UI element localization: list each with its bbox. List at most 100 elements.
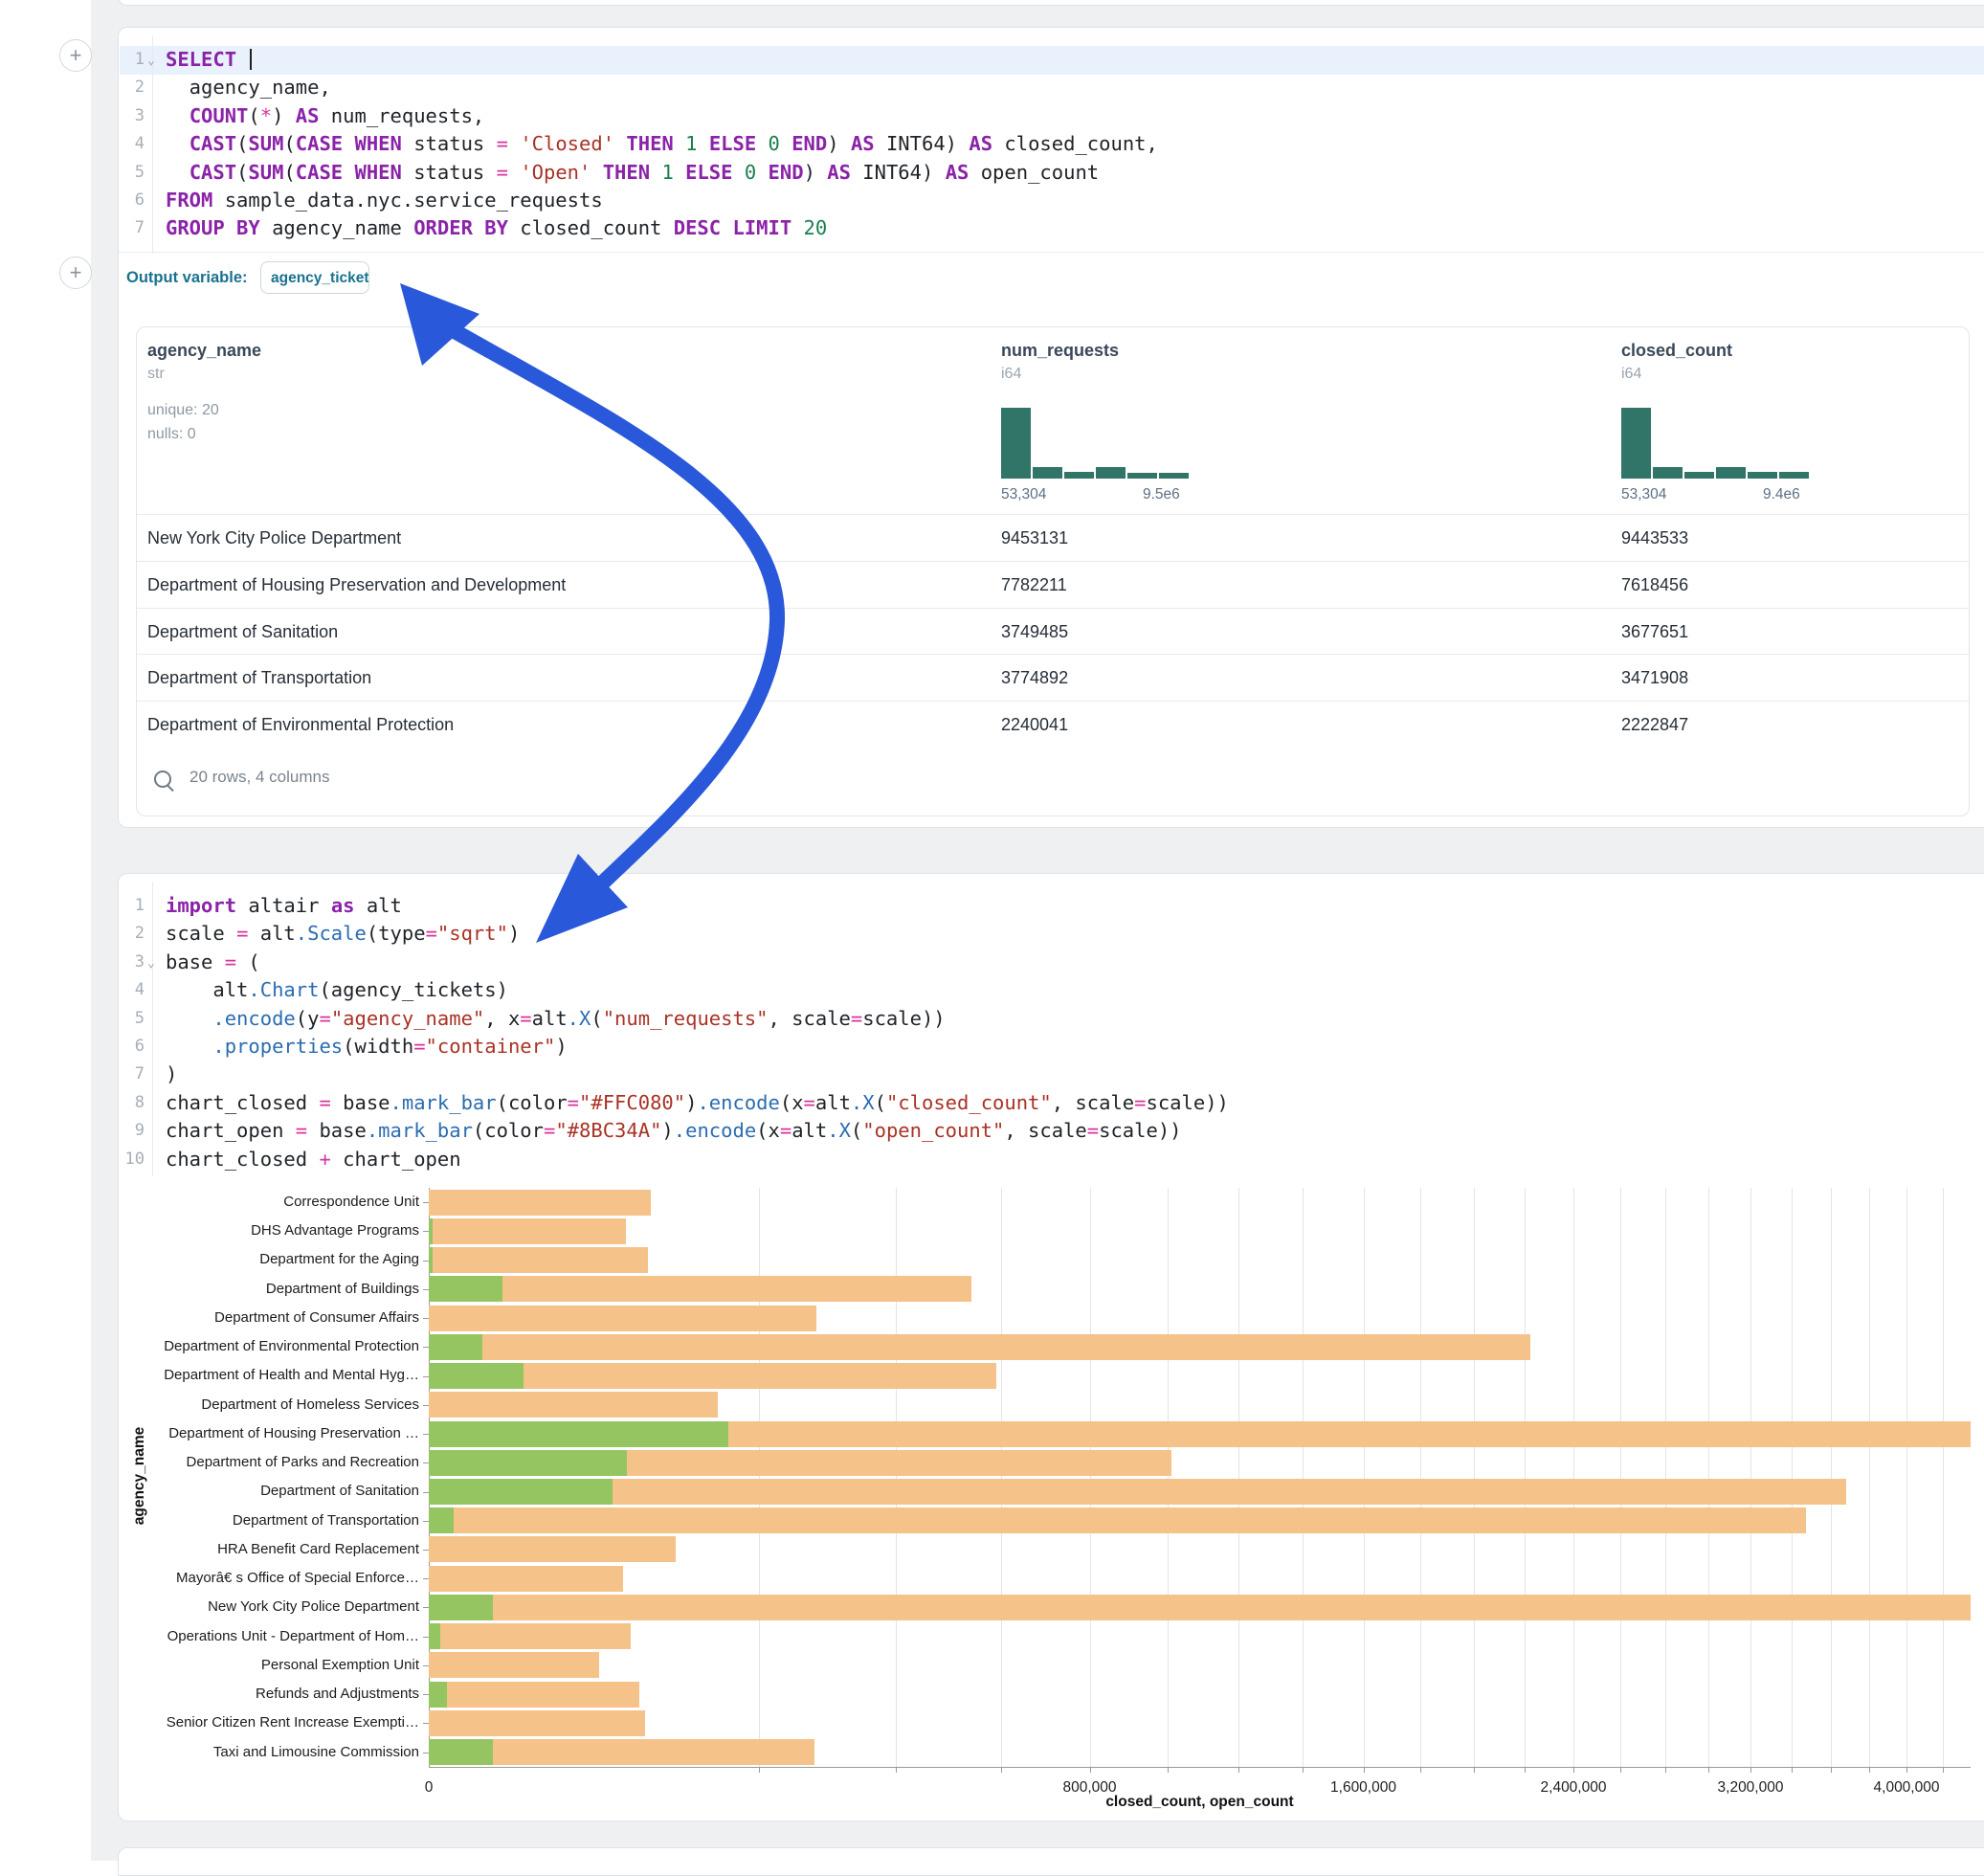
code-token: .X — [827, 1119, 851, 1142]
chart-gridline — [1943, 1188, 1944, 1767]
code-token: "agency_name" — [331, 1007, 484, 1030]
chevron-down-icon[interactable]: ⌄ — [147, 949, 155, 977]
code-token: = — [497, 161, 508, 184]
y-axis-label: Department of Health and Mental Hyg… — [119, 1361, 419, 1390]
y-axis-tick — [423, 1521, 429, 1522]
code-line: 6 .properties(width="container") — [119, 1033, 1937, 1061]
table-cell: Department of Transportation — [147, 655, 371, 702]
code-token: (width — [343, 1035, 413, 1058]
code-token: (x — [756, 1119, 780, 1142]
chart-gridline — [1168, 1188, 1169, 1767]
code-token: agency_name — [260, 216, 413, 239]
search-icon[interactable] — [154, 770, 171, 788]
table-cell: 3749485 — [1001, 609, 1068, 656]
output-variable-name: agency_tickets — [271, 270, 369, 286]
code-token: = — [1134, 1091, 1146, 1114]
histogram-bar — [1033, 467, 1062, 479]
chart-gridline — [1869, 1188, 1870, 1767]
column-name: closed_count — [1621, 341, 1732, 361]
code-token: = — [497, 132, 508, 155]
code-token: "num_requests" — [603, 1007, 769, 1030]
chart-gridline — [1474, 1188, 1475, 1767]
histogram-max-label: 9.4e6 — [1763, 486, 1800, 503]
code-token: ( — [236, 132, 248, 155]
code-text: SELECT — [166, 46, 252, 74]
code-token: = — [319, 1091, 330, 1114]
bar-closed — [429, 1247, 648, 1273]
code-token — [508, 132, 520, 155]
chart-gridline — [1001, 1188, 1002, 1767]
code-token: = — [851, 1007, 862, 1030]
code-line: 5 CAST(SUM(CASE WHEN status = 'Open' THE… — [119, 159, 1937, 187]
code-token — [166, 1007, 212, 1030]
chart-gridline — [1708, 1188, 1709, 1767]
chart-gridline — [1420, 1188, 1421, 1767]
y-axis-label: Mayorâ€ s Office of Special Enforce… — [119, 1564, 419, 1593]
y-axis-tick — [423, 1637, 429, 1638]
code-token: , scale — [1052, 1091, 1134, 1114]
output-variable-chip[interactable]: agency_tickets — [260, 261, 369, 294]
bar-closed — [429, 1536, 676, 1562]
code-token: = — [319, 1007, 330, 1030]
code-token: alt — [532, 1007, 568, 1030]
add-cell-button-top[interactable]: + — [59, 39, 92, 72]
code-token — [756, 161, 768, 184]
code-token: ) — [272, 104, 296, 127]
code-text: scale = alt.Scale(type="sqrt") — [166, 920, 520, 948]
code-token: = — [413, 1035, 425, 1058]
code-token — [780, 132, 791, 155]
code-token: ) — [508, 922, 520, 945]
code-token: 0 — [745, 161, 756, 184]
sql-editor[interactable]: 1⌄SELECT 2 agency_name,3 COUNT(*) AS num… — [119, 46, 1937, 243]
code-token: 0 — [769, 132, 780, 155]
y-axis-tick — [423, 1261, 429, 1262]
bar-closed — [429, 1623, 631, 1649]
chart-gridline — [1238, 1188, 1239, 1767]
code-token: * — [260, 104, 272, 127]
bar-open — [429, 1363, 524, 1389]
code-token: ) — [661, 1119, 673, 1142]
code-token: "container" — [426, 1035, 556, 1058]
chevron-down-icon[interactable]: ⌄ — [147, 47, 155, 75]
code-token — [591, 161, 602, 184]
y-axis-label: Correspondence Unit — [119, 1188, 419, 1217]
add-cell-button-output[interactable]: + — [59, 257, 92, 289]
code-token: 1 — [685, 132, 697, 155]
python-editor[interactable]: 1import altair as alt2scale = alt.Scale(… — [119, 892, 1937, 1173]
code-token: num_requests, — [319, 104, 484, 127]
code-token: INT64) — [875, 132, 970, 155]
y-axis-tick — [423, 1694, 429, 1695]
plus-icon: + — [70, 43, 82, 67]
code-token — [697, 132, 708, 155]
table-summary: 20 rows, 4 columns — [189, 768, 329, 787]
bar-open — [429, 1421, 728, 1447]
bar-closed — [429, 1218, 626, 1244]
y-axis-label: Refunds and Adjustments — [119, 1680, 419, 1708]
code-token: alt — [355, 894, 402, 917]
code-token: base — [307, 1119, 367, 1142]
y-axis-label: Department of Consumer Affairs — [119, 1304, 419, 1332]
table-footer: 20 rows, 4 columns — [137, 758, 1969, 806]
code-token — [166, 104, 189, 127]
y-axis-tick — [423, 1434, 429, 1435]
line-number: 5 — [119, 159, 145, 187]
table-cell: 7618456 — [1621, 562, 1688, 609]
code-token — [508, 161, 520, 184]
code-text: alt.Chart(agency_tickets) — [166, 976, 508, 1004]
column-stat: nulls: 0 — [147, 426, 196, 443]
y-axis-label: Department of Environmental Protection — [119, 1332, 419, 1361]
y-axis-label: Department of Transportation — [119, 1507, 419, 1535]
chart-plot-area: 0800,0001,600,0002,400,0003,200,0004,000… — [429, 1188, 1971, 1767]
histogram-bar — [1748, 472, 1777, 479]
code-token: END — [769, 161, 804, 184]
code-token: = — [1087, 1119, 1099, 1142]
code-token: open_count — [969, 161, 1099, 184]
table-row: Department of Transportation377489234719… — [137, 654, 1969, 702]
code-text: chart_closed = base.mark_bar(color="#FFC… — [166, 1089, 1229, 1117]
bar-closed — [429, 1682, 639, 1708]
code-text: .properties(width="container") — [166, 1033, 568, 1061]
code-token: (y — [296, 1007, 320, 1030]
line-number: 6 — [119, 1033, 145, 1061]
chart-gridline — [1303, 1188, 1304, 1767]
code-token: = — [426, 922, 437, 945]
